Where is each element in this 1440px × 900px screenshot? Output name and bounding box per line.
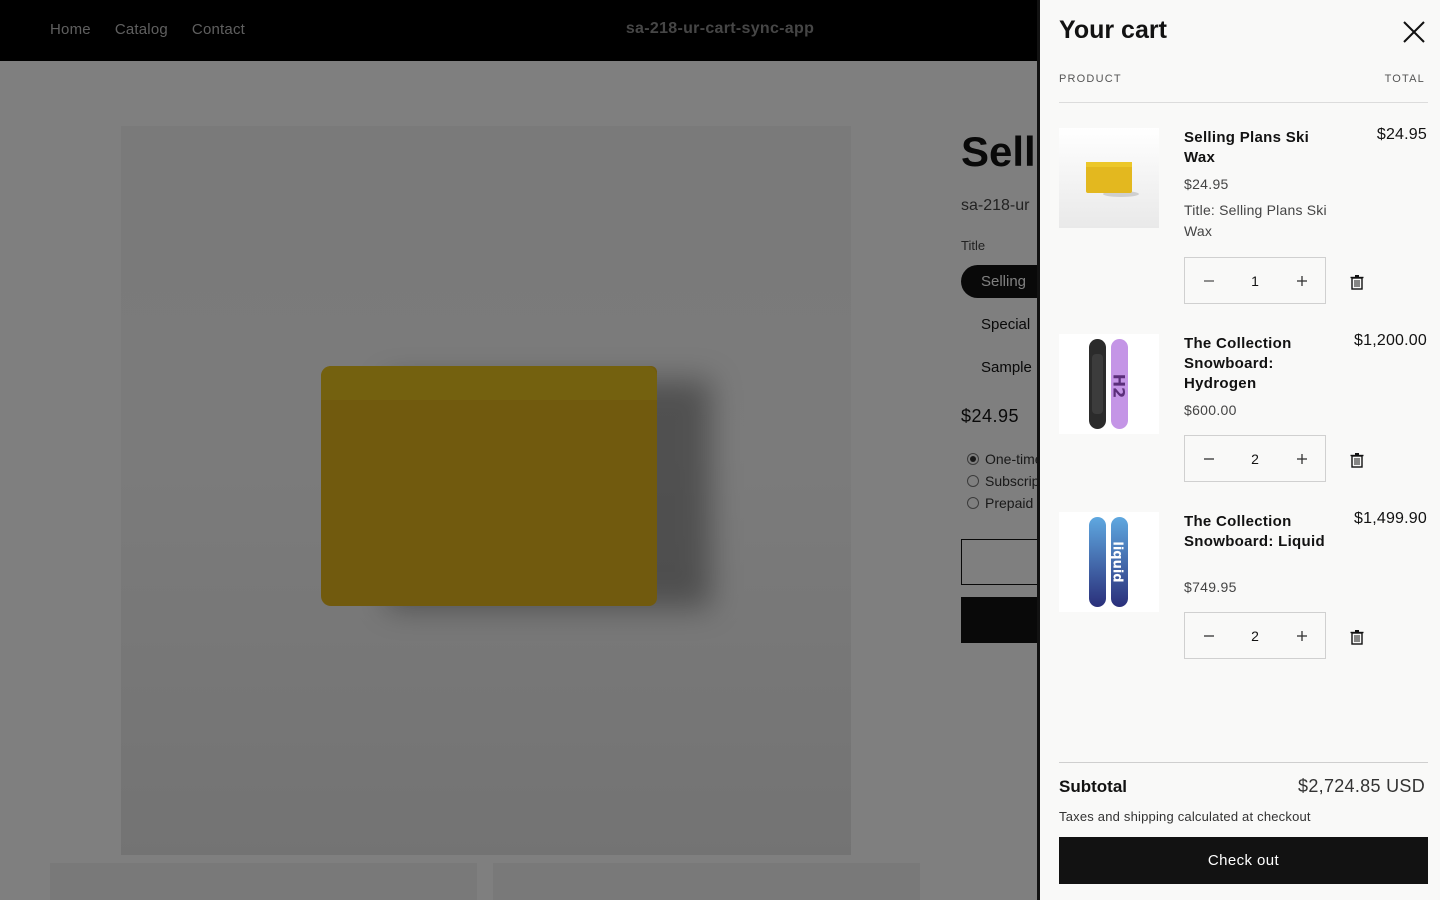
quantity-input[interactable]: 2 xyxy=(1232,451,1278,467)
item-name[interactable]: The Collection Snowboard: Liquid xyxy=(1184,512,1344,552)
cart-item: Selling Plans Ski Wax $24.95 $24.95 Titl… xyxy=(1059,126,1428,308)
item-line-total: $1,499.90 xyxy=(1354,510,1427,527)
minus-icon xyxy=(1203,634,1214,637)
cart-title: Your cart xyxy=(1059,16,1167,44)
svg-text:liquid: liquid xyxy=(1110,541,1125,582)
plus-icon xyxy=(1296,453,1307,464)
ski-wax-image[interactable] xyxy=(1059,128,1159,228)
trash-icon[interactable] xyxy=(1349,274,1365,290)
svg-text:H2: H2 xyxy=(1110,374,1129,399)
item-unit-price: $24.95 xyxy=(1184,176,1229,192)
snowboard-liquid-image[interactable]: liquid xyxy=(1059,512,1159,612)
quantity-stepper: 1 xyxy=(1184,257,1326,304)
item-variant: Title: Selling Plans Ski Wax xyxy=(1184,202,1327,239)
item-name[interactable]: The Collection Snowboard: Hydrogen xyxy=(1184,334,1344,394)
item-name[interactable]: Selling Plans Ski Wax xyxy=(1184,128,1344,168)
increase-quantity-button[interactable] xyxy=(1278,613,1325,658)
decrease-quantity-button[interactable] xyxy=(1185,258,1232,303)
minus-icon xyxy=(1203,279,1214,282)
item-line-total: $24.95 xyxy=(1376,126,1427,143)
plus-icon xyxy=(1296,275,1307,286)
column-header-product: PRODUCT xyxy=(1059,73,1122,85)
subtotal-label: Subtotal xyxy=(1059,777,1127,796)
header-divider xyxy=(1059,102,1428,103)
decrease-quantity-button[interactable] xyxy=(1185,436,1232,481)
snowboard-hydrogen-image[interactable]: H2 xyxy=(1059,334,1159,434)
increase-quantity-button[interactable] xyxy=(1278,436,1325,481)
plus-icon xyxy=(1296,630,1307,641)
close-icon xyxy=(1403,21,1425,43)
quantity-input[interactable]: 1 xyxy=(1232,273,1278,289)
decrease-quantity-button[interactable] xyxy=(1185,613,1232,658)
quantity-stepper: 2 xyxy=(1184,435,1326,482)
close-cart-button[interactable] xyxy=(1398,16,1430,48)
footer-divider xyxy=(1059,762,1428,763)
quantity-input[interactable]: 2 xyxy=(1232,628,1278,644)
item-unit-price: $749.95 xyxy=(1184,579,1237,595)
item-line-total: $1,200.00 xyxy=(1354,332,1427,349)
cart-item: H2 The Collection Snowboard: Hydrogen $1… xyxy=(1059,332,1428,484)
cart-drawer: Your cart PRODUCT TOTAL Selling Plans Sk… xyxy=(1037,0,1440,900)
checkout-button[interactable]: Check out xyxy=(1059,837,1428,884)
minus-icon xyxy=(1203,457,1214,460)
cart-item: liquid The Collection Snowboard: Liquid … xyxy=(1059,510,1428,662)
trash-icon[interactable] xyxy=(1349,452,1365,468)
trash-icon[interactable] xyxy=(1349,629,1365,645)
column-header-total: TOTAL xyxy=(1384,73,1425,85)
tax-note: Taxes and shipping calculated at checkou… xyxy=(1059,809,1311,824)
item-unit-price: $600.00 xyxy=(1184,402,1237,418)
increase-quantity-button[interactable] xyxy=(1278,258,1325,303)
quantity-stepper: 2 xyxy=(1184,612,1326,659)
subtotal-value: $2,724.85 USD xyxy=(1298,776,1425,796)
